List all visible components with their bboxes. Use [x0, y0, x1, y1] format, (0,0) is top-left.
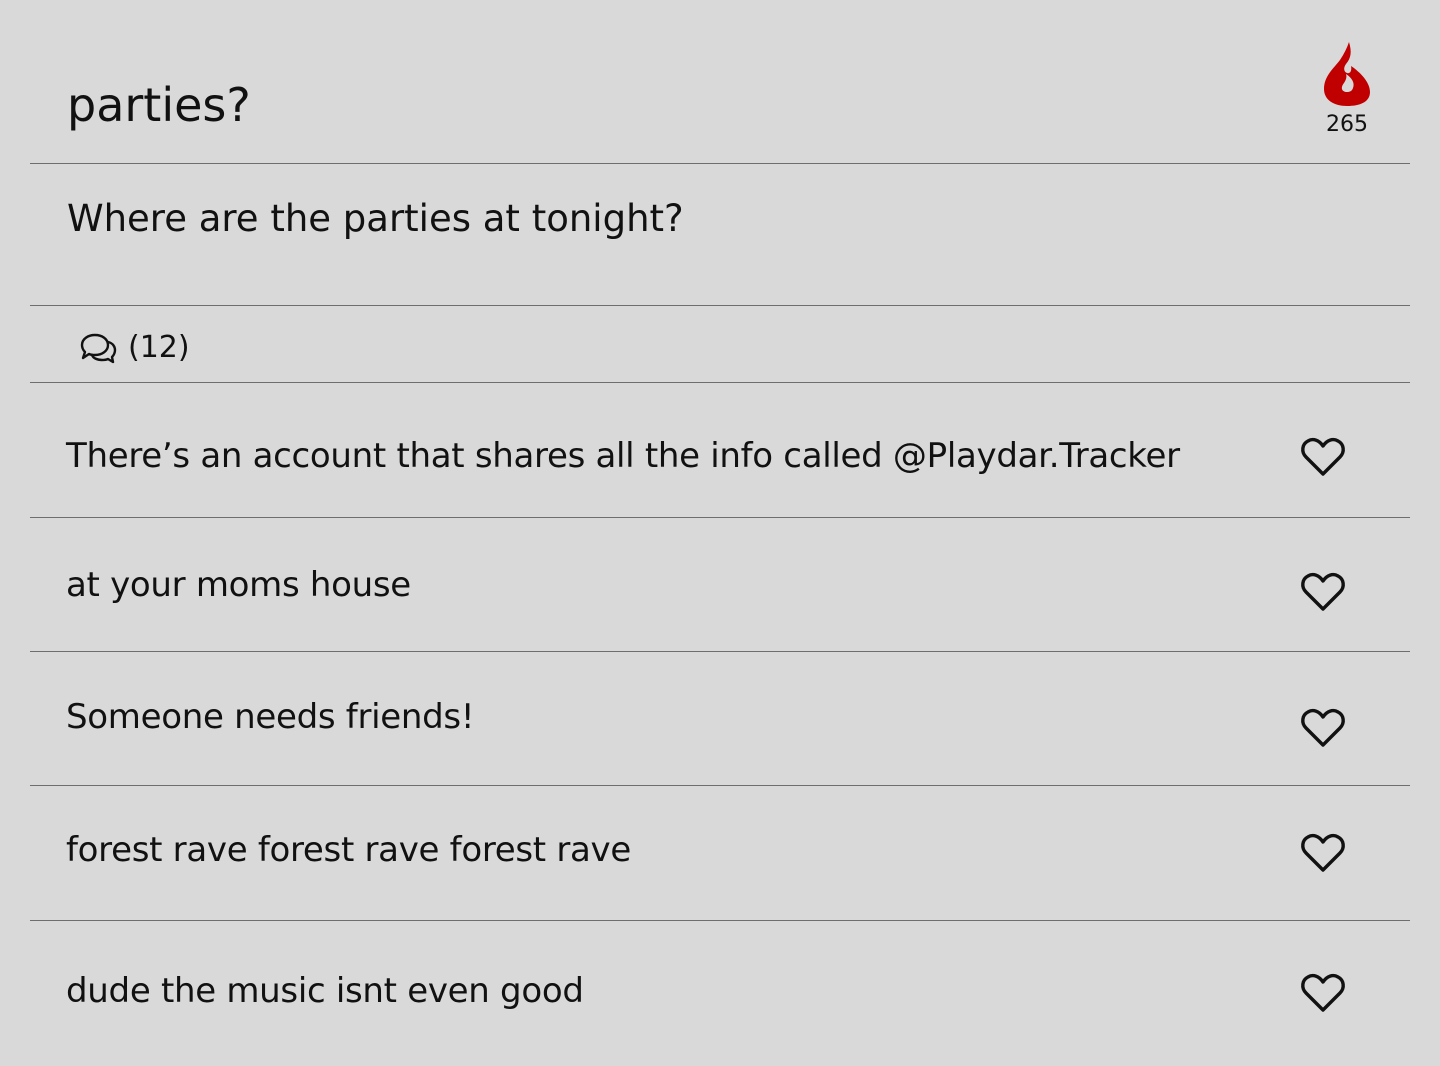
post-body: Where are the parties at tonight?: [67, 197, 684, 240]
comment-count: (12): [128, 330, 190, 365]
reply-text: dude the music isnt even good: [66, 971, 584, 1011]
heart-outline-icon: [1301, 833, 1345, 872]
divider: [30, 305, 1410, 306]
reply-text: at your moms house: [66, 565, 411, 605]
like-button[interactable]: [1300, 832, 1346, 874]
reply-text: There’s an account that shares all the i…: [66, 436, 1180, 476]
flame-icon: [1324, 42, 1370, 106]
heart-outline-icon: [1301, 973, 1345, 1012]
divider: [30, 651, 1410, 652]
like-button[interactable]: [1300, 972, 1346, 1014]
divider: [30, 785, 1410, 786]
reply-text: forest rave forest rave forest rave: [66, 830, 631, 870]
heart-outline-icon: [1301, 708, 1345, 747]
heart-outline-icon: [1301, 437, 1345, 476]
like-button[interactable]: [1300, 571, 1346, 613]
heat-count: 265: [1326, 112, 1368, 137]
divider: [30, 920, 1410, 921]
comments-toggle[interactable]: (12): [78, 326, 190, 370]
reply-text: Someone needs friends!: [66, 697, 475, 737]
heat-score[interactable]: 265: [1310, 40, 1384, 138]
divider: [30, 517, 1410, 518]
like-button[interactable]: [1300, 436, 1346, 478]
divider: [30, 382, 1410, 383]
heart-outline-icon: [1301, 572, 1345, 611]
divider: [30, 163, 1410, 164]
speech-bubbles-icon: [80, 333, 117, 364]
like-button[interactable]: [1300, 707, 1346, 749]
post-detail-page: parties? 265 Where are the parties at to…: [0, 0, 1440, 1066]
post-title: parties?: [67, 78, 251, 132]
